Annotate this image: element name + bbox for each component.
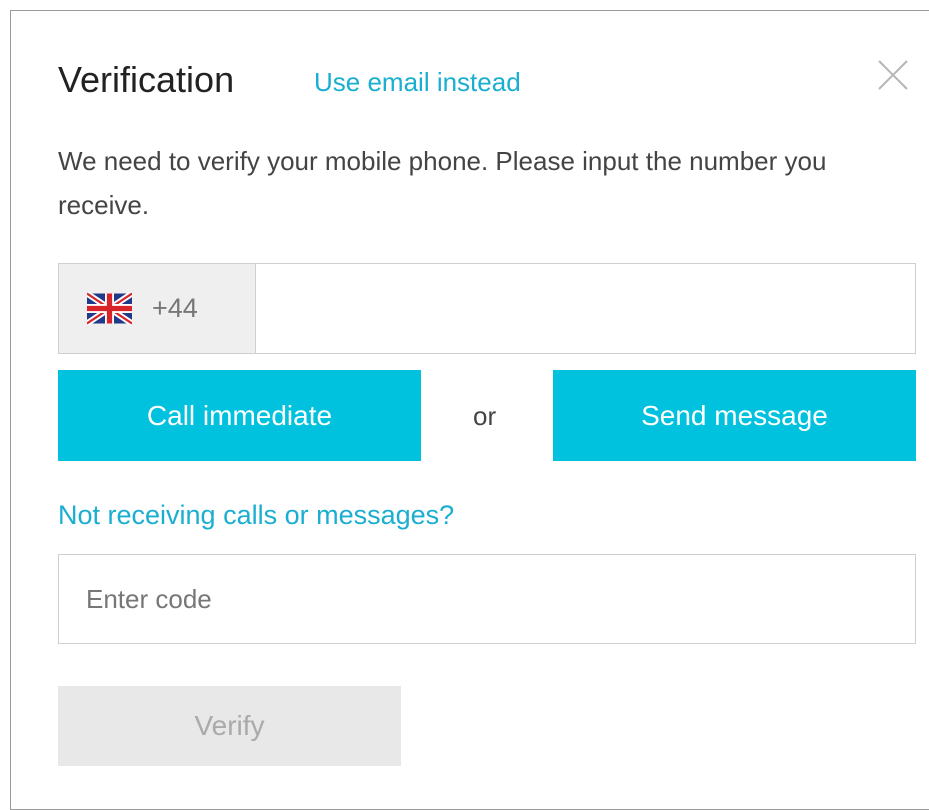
or-separator: or bbox=[473, 401, 497, 431]
call-immediate-button[interactable]: Call immediate bbox=[58, 370, 421, 461]
instructions-text: We need to verify your mobile phone. Ple… bbox=[58, 146, 827, 220]
country-selector[interactable]: +44 bbox=[58, 263, 255, 354]
verify-button[interactable]: Verify bbox=[58, 686, 401, 766]
not-receiving-link[interactable]: Not receiving calls or messages? bbox=[58, 500, 454, 531]
send-message-button[interactable]: Send message bbox=[553, 370, 916, 461]
dialog-title: Verification bbox=[58, 59, 235, 100]
close-icon[interactable] bbox=[877, 59, 909, 91]
phone-row: +44 bbox=[58, 263, 916, 354]
dial-code: +44 bbox=[152, 293, 198, 323]
use-email-link[interactable]: Use email instead bbox=[314, 66, 521, 98]
verification-dialog: Verification Use email instead We need t… bbox=[10, 10, 929, 810]
code-input[interactable] bbox=[58, 554, 916, 644]
phone-number-input[interactable] bbox=[255, 263, 916, 354]
uk-flag-icon bbox=[87, 292, 132, 325]
